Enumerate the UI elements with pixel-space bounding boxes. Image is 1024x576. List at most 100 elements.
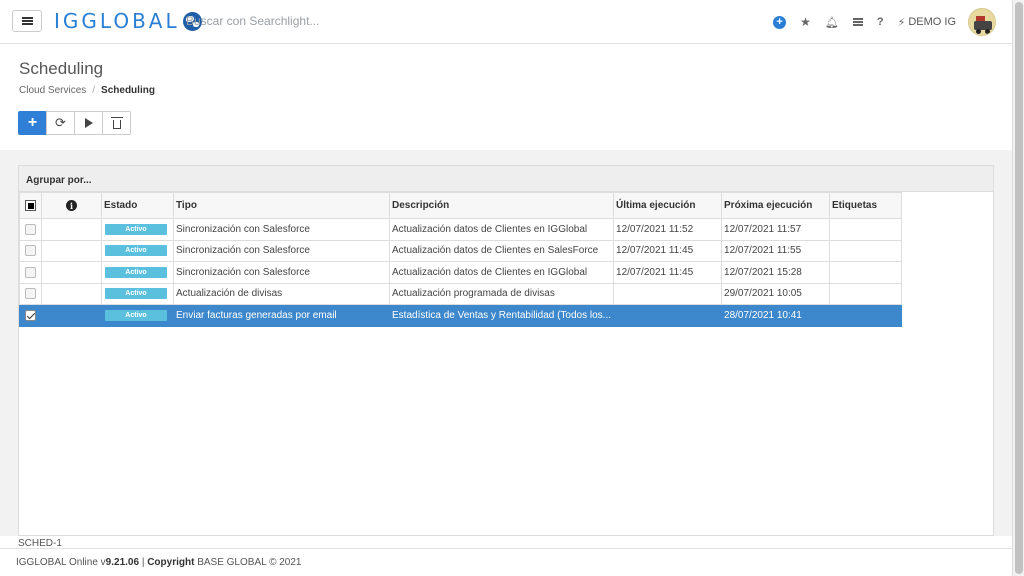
status-badge: Activo <box>105 223 167 235</box>
notifications-button[interactable]: 🔔︎ <box>825 16 839 29</box>
page-header: Scheduling Cloud Services / Scheduling +… <box>0 45 1012 150</box>
user-label: DEMO IG <box>908 16 956 28</box>
footer-version: 9.21.06 <box>105 557 140 568</box>
row-etiquetas <box>829 261 903 284</box>
column-header-estado[interactable]: Estado <box>101 192 174 219</box>
row-estado-cell: Activo <box>101 261 174 284</box>
footer-app-name: IGGLOBAL Online v <box>16 557 106 568</box>
content-area: Agrupar por... i Estado Tipo Descripción… <box>0 150 1012 536</box>
row-proxima-ejecucion: 12/07/2021 11:57 <box>721 218 831 241</box>
row-tipo: Enviar facturas generadas por email <box>173 304 390 327</box>
list-button[interactable] <box>852 18 863 26</box>
row-tipo: Actualización de divisas <box>173 282 390 305</box>
row-ultima-ejecucion: 12/07/2021 11:52 <box>613 218 723 241</box>
plus-icon: + <box>27 114 38 131</box>
breadcrumb-item-cloud-services[interactable]: Cloud Services <box>19 85 86 96</box>
row-info-cell <box>41 261 102 284</box>
column-header-descripcion[interactable]: Descripción <box>388 192 615 219</box>
select-all-checkbox[interactable] <box>25 200 36 211</box>
info-icon: i <box>66 200 77 211</box>
info-column-header: i <box>41 192 102 219</box>
row-checkbox[interactable] <box>25 309 36 321</box>
row-ultima-ejecucion: 12/07/2021 11:45 <box>613 239 723 262</box>
refresh-icon: ⟳ <box>55 115 66 130</box>
top-bar: IGGLOBAL + ★ 🔔︎ ? ⚡︎ DEMO IG <box>0 0 1012 44</box>
scrollbar-thumb[interactable] <box>1015 2 1023 574</box>
column-header-ultima-ejecucion[interactable]: Última ejecución <box>613 192 723 219</box>
row-etiquetas <box>829 218 903 241</box>
row-descripcion: Actualización programada de divisas <box>388 282 615 305</box>
row-select-cell <box>19 218 42 241</box>
row-checkbox[interactable] <box>25 223 36 235</box>
row-etiquetas <box>829 282 903 305</box>
column-header-proxima-ejecucion[interactable]: Próxima ejecución <box>721 192 831 219</box>
row-proxima-ejecucion: 12/07/2021 11:55 <box>721 239 831 262</box>
toolbar: + ⟳ <box>18 111 131 135</box>
status-badge: Activo <box>105 309 167 321</box>
table-row[interactable]: Activo Sincronización con Salesforce Actua… <box>19 218 903 241</box>
hamburger-menu-button[interactable] <box>12 10 42 32</box>
schedule-grid: Agrupar por... i Estado Tipo Descripción… <box>18 165 994 536</box>
row-checkbox[interactable] <box>25 288 36 300</box>
row-info-cell <box>41 218 102 241</box>
user-menu[interactable]: ⚡︎ DEMO IG <box>898 16 956 29</box>
add-button[interactable]: + <box>773 15 787 29</box>
row-tipo: Sincronización con Salesforce <box>173 218 390 241</box>
question-icon: ? <box>876 16 884 28</box>
trash-icon <box>110 116 123 129</box>
row-proxima-ejecucion: 28/07/2021 10:41 <box>721 304 831 327</box>
column-header-etiquetas[interactable]: Etiquetas <box>829 192 903 219</box>
row-descripcion: Actualización datos de Clientes en Sales… <box>388 239 615 262</box>
status-badge: Activo <box>105 288 167 300</box>
footer: IGGLOBAL Online v9.21.06 | Copyright BAS… <box>0 548 1012 576</box>
refresh-button[interactable]: ⟳ <box>46 111 75 135</box>
app-logo[interactable]: IGGLOBAL <box>54 9 202 33</box>
select-all-header[interactable] <box>19 192 42 219</box>
row-estado-cell: Activo <box>101 304 174 327</box>
schedule-table: i Estado Tipo Descripción Última ejecuci… <box>19 192 903 327</box>
status-badge: Activo <box>105 266 167 278</box>
search-input[interactable] <box>186 14 486 28</box>
row-etiquetas <box>829 304 903 327</box>
favorites-button[interactable]: ★ <box>800 15 811 29</box>
plug-icon: ⚡︎ <box>897 16 906 29</box>
row-estado-cell: Activo <box>101 218 174 241</box>
row-etiquetas <box>829 239 903 262</box>
row-descripcion: Actualización datos de Clientes en IGGlo… <box>388 218 615 241</box>
avatar[interactable] <box>968 8 996 36</box>
breadcrumb-separator: / <box>92 85 96 96</box>
list-icon <box>852 18 863 26</box>
row-info-cell <box>41 282 102 305</box>
row-estado-cell: Activo <box>101 282 174 305</box>
footer-separator: | <box>139 557 148 568</box>
row-checkbox[interactable] <box>25 266 36 278</box>
star-icon: ★ <box>800 15 811 29</box>
row-select-cell <box>19 282 42 305</box>
add-schedule-button[interactable]: + <box>18 111 47 135</box>
row-descripcion: Actualización datos de Clientes en IGGlo… <box>388 261 615 284</box>
row-checkbox[interactable] <box>25 245 36 257</box>
table-header-row: i Estado Tipo Descripción Última ejecuci… <box>19 192 903 219</box>
breadcrumb-item-scheduling: Scheduling <box>101 85 155 96</box>
footer-copyright-text: BASE GLOBAL © 2021 <box>194 557 302 568</box>
breadcrumb: Cloud Services / Scheduling <box>19 85 155 96</box>
row-select-cell <box>19 304 42 327</box>
bell-icon: 🔔︎ <box>824 16 839 29</box>
group-by-bar[interactable]: Agrupar por... <box>19 166 993 192</box>
help-button[interactable]: ? <box>877 16 884 28</box>
row-descripcion: Estadística de Ventas y Rentabilidad (To… <box>388 304 615 327</box>
row-proxima-ejecucion: 12/07/2021 15:28 <box>721 261 831 284</box>
page-scrollbar[interactable] <box>1012 0 1024 576</box>
row-ultima-ejecucion: 12/07/2021 11:45 <box>613 261 723 284</box>
status-badge: Activo <box>105 245 167 257</box>
table-row[interactable]: Activo Sincronización con Salesforce Actua… <box>19 239 903 262</box>
delete-button[interactable] <box>102 111 131 135</box>
row-proxima-ejecucion: 29/07/2021 10:05 <box>721 282 831 305</box>
run-button[interactable] <box>74 111 103 135</box>
column-header-tipo[interactable]: Tipo <box>173 192 390 219</box>
table-row[interactable]: Activo Actualización de divisas Actualizac… <box>19 282 903 305</box>
row-estado-cell: Activo <box>101 239 174 262</box>
logo-text: IGGLOBAL <box>54 9 180 33</box>
table-row[interactable]: Activo Sincronización con Salesforce Actua… <box>19 261 903 284</box>
table-row[interactable]: Activo Enviar facturas generadas por emai… <box>19 304 903 327</box>
